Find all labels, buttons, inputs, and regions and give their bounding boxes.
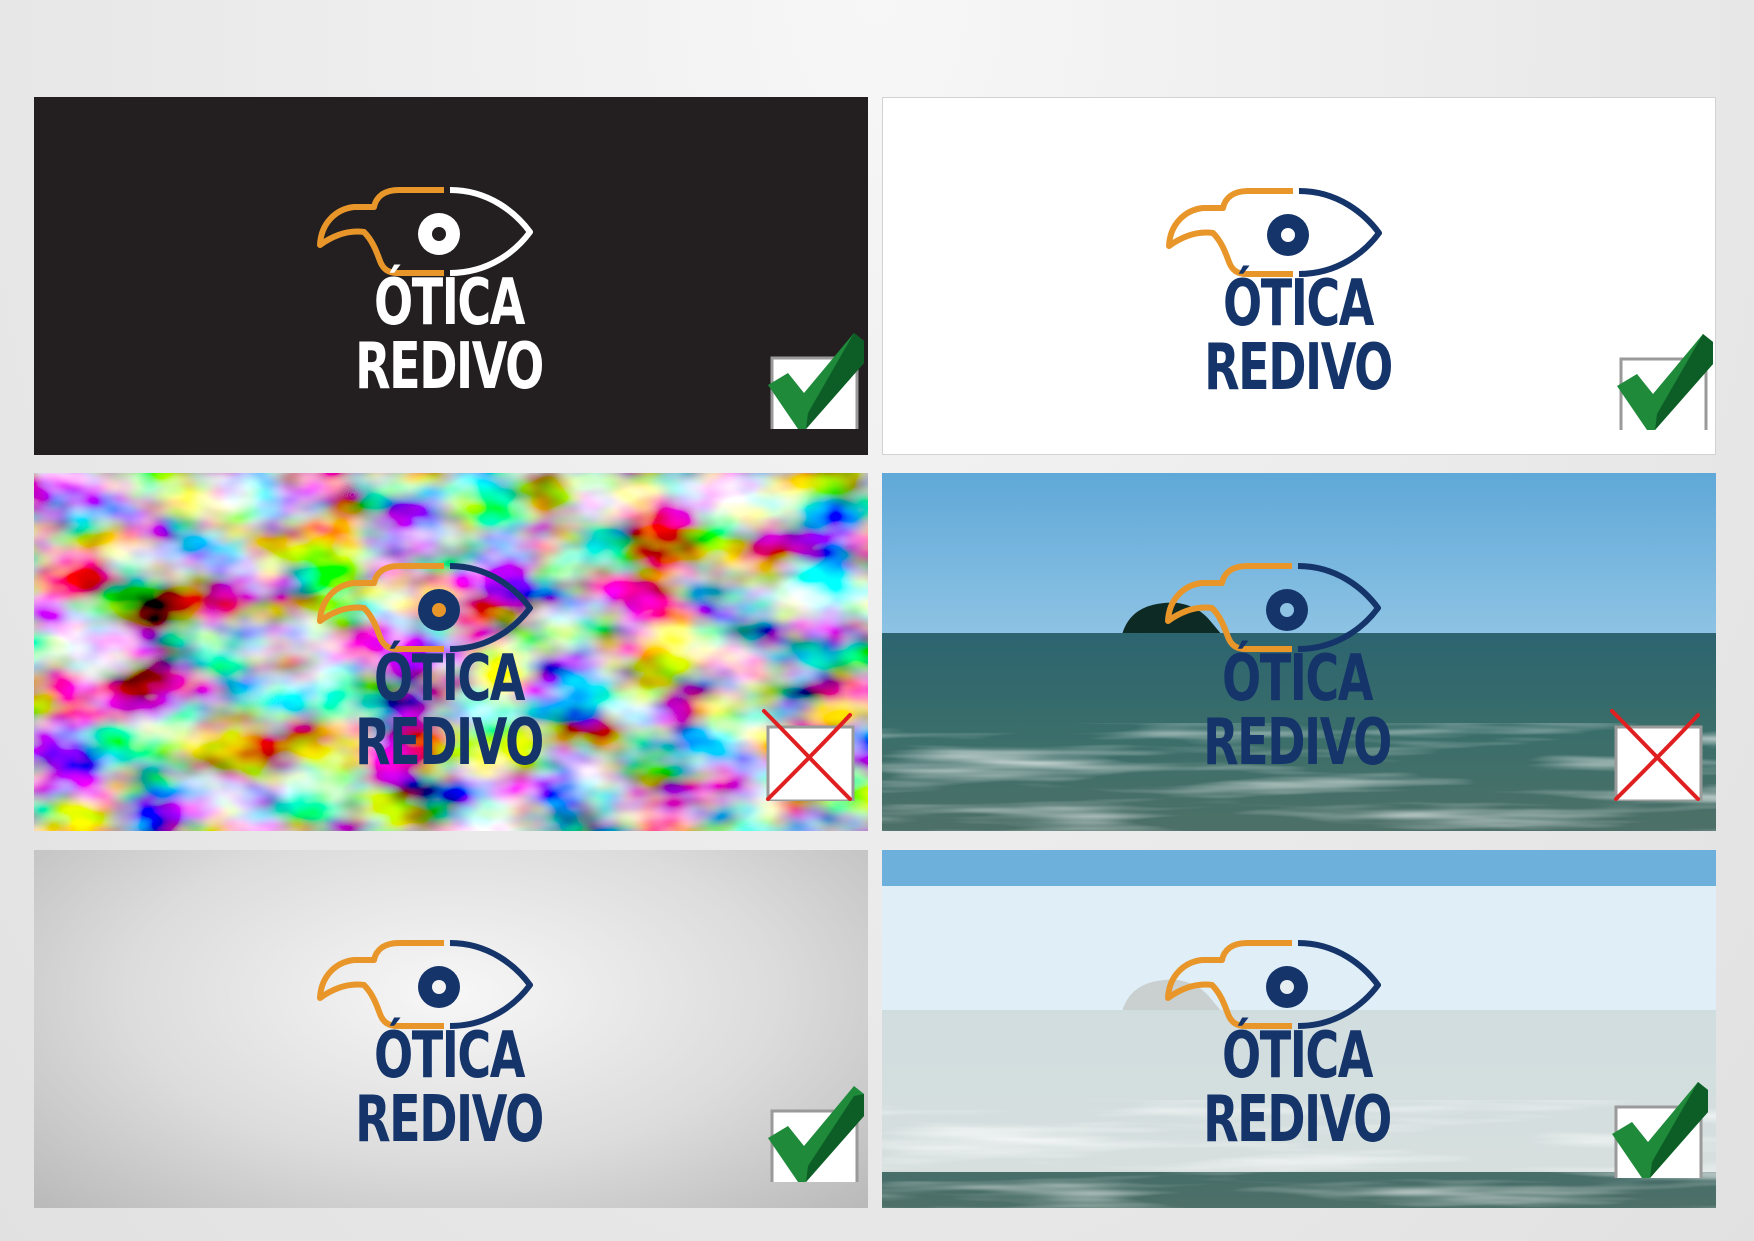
logo-panel-sea-photo: ÓTICA REDIVO <box>882 473 1716 831</box>
eagle-eye-symbol-icon <box>1165 940 1381 1029</box>
brand-name: ÓTICA REDIVO <box>355 1019 544 1157</box>
check-mark-icon <box>768 1086 864 1182</box>
check-mark-icon <box>768 333 864 429</box>
eagle-eye-symbol-icon <box>1165 563 1381 652</box>
brand-name: ÓTICA REDIVO <box>1204 267 1393 405</box>
logo-panel-gray-gradient: ÓTICA REDIVO <box>34 850 868 1208</box>
logo: ÓTICA REDIVO <box>1132 563 1462 775</box>
approved-check <box>1603 334 1715 430</box>
logo-panel-multicolor: ÓTICA REDIVO <box>34 473 868 831</box>
brand-name: ÓTICA REDIVO <box>1203 1019 1392 1157</box>
rejected-cross <box>750 705 862 801</box>
eagle-eye-symbol-icon <box>317 940 533 1029</box>
cross-mark-icon <box>762 709 855 801</box>
approved-check <box>1598 1082 1710 1178</box>
rejected-cross <box>1598 705 1710 801</box>
approved-check <box>754 1086 866 1182</box>
logo: ÓTICA REDIVO <box>284 187 614 399</box>
logo: ÓTICA REDIVO <box>284 940 614 1152</box>
logo: ÓTICA REDIVO <box>1133 188 1463 400</box>
brand-name: ÓTICA REDIVO <box>355 642 544 780</box>
brand-name: ÓTICA REDIVO <box>1203 642 1392 780</box>
check-mark-icon <box>1617 334 1713 430</box>
logo: ÓTICA REDIVO <box>284 563 614 775</box>
eagle-eye-symbol-icon <box>317 563 533 652</box>
logo: ÓTICA REDIVO <box>1132 940 1462 1152</box>
eagle-eye-symbol-icon <box>1166 188 1382 277</box>
eagle-eye-symbol-icon <box>317 187 533 276</box>
logo-panel-white: ÓTICA REDIVO <box>882 97 1716 455</box>
logo-panel-faded-sea-photo: ÓTICA REDIVO <box>882 850 1716 1208</box>
logo-panel-black: ÓTICA REDIVO <box>34 97 868 455</box>
check-mark-icon <box>1612 1082 1708 1178</box>
cross-mark-icon <box>1610 709 1703 801</box>
approved-check <box>754 333 866 429</box>
brand-name: ÓTICA REDIVO <box>355 266 544 404</box>
